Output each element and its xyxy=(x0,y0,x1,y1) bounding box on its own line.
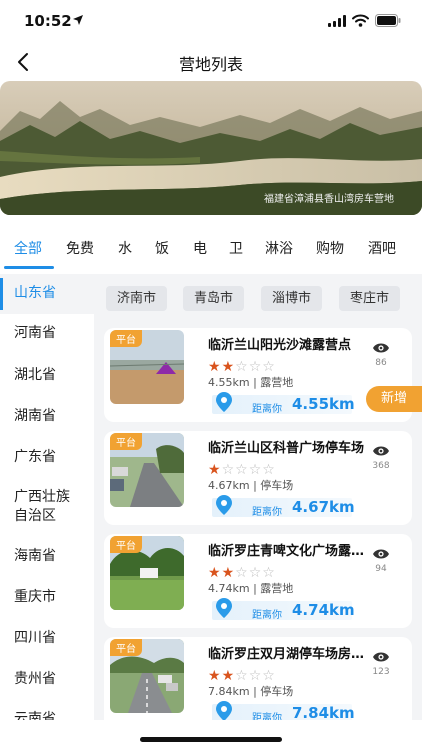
distance-label: 距离你 xyxy=(252,507,282,518)
province-item[interactable]: 广东省 xyxy=(0,448,94,467)
status-bar: 10:52 xyxy=(0,0,422,44)
camp-name: 临沂罗庄双月湖停车场房车营地 xyxy=(208,647,368,662)
view-count: 368 xyxy=(372,461,390,471)
camp-card[interactable]: 平台 临沂罗庄青啤文化广场露营地 ★★☆☆☆ 4.74km | 露营地 距离你 … xyxy=(104,534,412,628)
province-item[interactable]: 四川省 xyxy=(0,629,94,648)
tab-electricity[interactable]: 电 xyxy=(193,238,207,258)
province-item[interactable]: 河南省 xyxy=(0,324,94,343)
location-pin-icon xyxy=(216,392,232,412)
status-time: 10:52 xyxy=(24,12,72,30)
page-title: 营地列表 xyxy=(178,55,243,74)
rating-stars: ★☆☆☆☆ xyxy=(208,462,275,478)
camp-card[interactable]: 平台 临沂罗庄双月湖停车场房车营地 ★★☆☆☆ 7.84km | 停车场 距离你… xyxy=(104,637,412,720)
camp-card[interactable]: 平台 临沂兰山阳光沙滩露营点 ★★☆☆☆ 4.55km | 露营地 距离你 4.… xyxy=(104,328,412,422)
eye-icon xyxy=(373,549,389,559)
province-item[interactable]: 云南省 xyxy=(0,710,94,720)
province-label: 山东省 xyxy=(14,285,56,301)
location-pin-icon xyxy=(216,701,232,720)
camp-name: 临沂兰山区科普广场停车场 xyxy=(208,441,365,456)
province-item[interactable]: 山东省 xyxy=(0,274,94,314)
banner-caption: 福建省漳浦县香山湾房车营地 xyxy=(264,194,394,205)
eye-icon xyxy=(373,652,389,662)
province-item[interactable]: 湖北省 xyxy=(0,366,94,385)
camp-name: 临沂兰山阳光沙滩露营点 xyxy=(208,338,352,353)
tab-water[interactable]: 水 xyxy=(118,238,132,258)
category-tabs: 全部 免费 水 饭 电 卫 淋浴 购物 酒吧 xyxy=(0,226,422,272)
city-chip[interactable]: 淄博市 xyxy=(261,286,323,311)
tab-bar[interactable]: 酒吧 xyxy=(368,238,396,258)
city-chip[interactable]: 枣庄市 xyxy=(339,286,401,311)
distance-label: 距离你 xyxy=(252,610,282,621)
tab-shower[interactable]: 淋浴 xyxy=(265,238,293,258)
banner-image[interactable]: 福建省漳浦县香山湾房车营地 xyxy=(0,81,422,215)
platform-tag: 平台 xyxy=(110,330,142,347)
view-count: 123 xyxy=(372,667,390,677)
active-tab-indicator xyxy=(4,266,54,269)
province-item[interactable]: 广西壮族自治区 xyxy=(0,488,70,526)
nav-bar: 营地列表 xyxy=(0,44,422,80)
active-province-indicator xyxy=(0,278,3,310)
province-item[interactable]: 重庆市 xyxy=(0,588,94,607)
camp-card[interactable]: 平台 临沂兰山区科普广场停车场 ★☆☆☆☆ 4.67km | 停车场 距离你 4… xyxy=(104,431,412,525)
city-chip[interactable]: 青岛市 xyxy=(183,286,245,311)
platform-tag: 平台 xyxy=(110,433,142,450)
view-count: 86 xyxy=(375,358,387,368)
camp-meta: 7.84km | 停车场 xyxy=(208,685,294,698)
rating-stars: ★★☆☆☆ xyxy=(208,668,275,684)
battery-icon xyxy=(375,14,401,27)
platform-tag: 平台 xyxy=(110,536,142,553)
rating-stars: ★★☆☆☆ xyxy=(208,359,275,375)
tab-shopping[interactable]: 购物 xyxy=(316,238,344,258)
camp-meta: 4.55km | 露营地 xyxy=(208,376,294,389)
distance-value: 4.74km xyxy=(292,601,355,619)
distance-value: 7.84km xyxy=(292,704,355,720)
tab-free[interactable]: 免费 xyxy=(66,238,94,258)
rating-stars: ★★☆☆☆ xyxy=(208,565,275,581)
tab-all[interactable]: 全部 xyxy=(14,238,42,258)
camp-meta: 4.74km | 露营地 xyxy=(208,582,294,595)
province-item[interactable]: 海南省 xyxy=(0,547,94,566)
camp-meta: 4.67km | 停车场 xyxy=(208,479,294,492)
location-pin-icon xyxy=(216,598,232,618)
cellular-signal-icon xyxy=(328,15,346,27)
distance-label: 距离你 xyxy=(252,404,282,415)
distance-label: 距离你 xyxy=(252,713,282,720)
location-pin-icon xyxy=(216,495,232,515)
location-arrow-icon xyxy=(73,15,83,25)
tab-toilet[interactable]: 卫 xyxy=(229,238,243,258)
camp-name: 临沂罗庄青啤文化广场露营地 xyxy=(208,544,368,559)
distance-value: 4.67km xyxy=(292,498,355,516)
province-item[interactable]: 贵州省 xyxy=(0,670,94,689)
distance-value: 4.55km xyxy=(292,395,355,413)
wifi-icon xyxy=(352,14,369,27)
home-indicator xyxy=(140,737,282,742)
province-sidebar: 山东省 河南省 湖北省 湖南省 广东省 广西壮族自治区 海南省 重庆市 四川省 … xyxy=(0,274,94,720)
tab-food[interactable]: 饭 xyxy=(155,238,169,258)
add-camp-button[interactable]: 新增 xyxy=(366,386,422,412)
platform-tag: 平台 xyxy=(110,639,142,656)
province-item[interactable]: 湖南省 xyxy=(0,407,94,426)
camp-list-panel: 济南市 青岛市 淄博市 枣庄市 平台 临沂兰山阳光沙滩露营点 ★★☆☆☆ 4.5… xyxy=(94,274,422,720)
eye-icon xyxy=(373,446,389,456)
view-count: 94 xyxy=(375,564,387,574)
city-chip[interactable]: 济南市 xyxy=(106,286,168,311)
eye-icon xyxy=(373,343,389,353)
